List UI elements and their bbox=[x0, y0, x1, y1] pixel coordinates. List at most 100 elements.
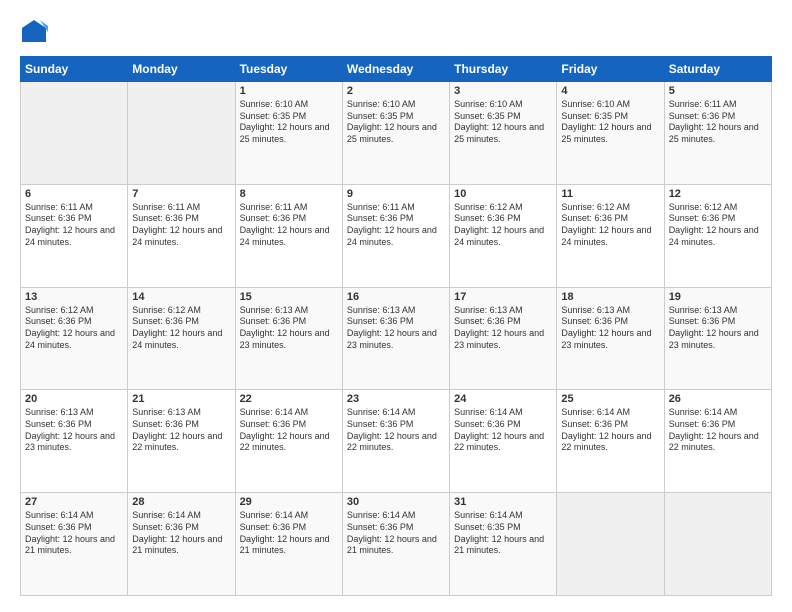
calendar-cell bbox=[664, 493, 771, 596]
calendar-cell: 26 Sunrise: 6:14 AMSunset: 6:36 PMDayligh… bbox=[664, 390, 771, 493]
cell-text: Sunrise: 6:10 AMSunset: 6:35 PMDaylight:… bbox=[347, 99, 437, 144]
cell-text: Sunrise: 6:13 AMSunset: 6:36 PMDaylight:… bbox=[132, 407, 222, 452]
cell-text: Sunrise: 6:10 AMSunset: 6:35 PMDaylight:… bbox=[454, 99, 544, 144]
logo bbox=[20, 16, 52, 46]
calendar-cell: 30Sunrise: 6:14 AMSunset: 6:36 PMDayligh… bbox=[342, 493, 449, 596]
day-number: 25 bbox=[561, 393, 659, 405]
day-number: 1 bbox=[240, 85, 338, 97]
page: SundayMondayTuesdayWednesdayThursdayFrid… bbox=[0, 0, 792, 612]
calendar-cell: 29Sunrise: 6:14 AMSunset: 6:36 PMDayligh… bbox=[235, 493, 342, 596]
calendar-cell: 8 Sunrise: 6:11 AMSunset: 6:36 PMDaylight… bbox=[235, 184, 342, 287]
day-number: 27 bbox=[25, 496, 123, 508]
cell-text: Sunrise: 6:10 AMSunset: 6:35 PMDaylight:… bbox=[240, 99, 330, 144]
day-number: 6 bbox=[25, 188, 123, 200]
calendar-cell: 19Sunrise: 6:13 AMSunset: 6:36 PMDayligh… bbox=[664, 287, 771, 390]
cell-text: Sunrise: 6:12 AMSunset: 6:36 PMDaylight:… bbox=[561, 202, 651, 247]
calendar-cell bbox=[128, 82, 235, 185]
day-number: 10 bbox=[454, 188, 552, 200]
calendar-cell: 16 Sunrise: 6:13 AMSunset: 6:36 PMDayligh… bbox=[342, 287, 449, 390]
calendar-week-row: 6 Sunrise: 6:11 AMSunset: 6:36 PMDaylight… bbox=[21, 184, 772, 287]
column-header-thursday: Thursday bbox=[450, 57, 557, 82]
cell-text: Sunrise: 6:13 AMSunset: 6:36 PMDaylight:… bbox=[561, 305, 651, 350]
calendar-cell: 4Sunrise: 6:10 AMSunset: 6:35 PMDaylight… bbox=[557, 82, 664, 185]
day-number: 5 bbox=[669, 85, 767, 97]
day-number: 20 bbox=[25, 393, 123, 405]
cell-text: Sunrise: 6:14 AMSunset: 6:36 PMDaylight:… bbox=[454, 407, 544, 452]
calendar-week-row: 20 Sunrise: 6:13 AMSunset: 6:36 PMDayligh… bbox=[21, 390, 772, 493]
day-number: 11 bbox=[561, 188, 659, 200]
cell-text: Sunrise: 6:11 AMSunset: 6:36 PMDaylight:… bbox=[347, 202, 437, 247]
day-number: 28 bbox=[132, 496, 230, 508]
cell-text: Sunrise: 6:13 AMSunset: 6:36 PMDaylight:… bbox=[240, 305, 330, 350]
calendar-cell: 2 Sunrise: 6:10 AMSunset: 6:35 PMDaylight… bbox=[342, 82, 449, 185]
day-number: 3 bbox=[454, 85, 552, 97]
day-number: 14 bbox=[132, 291, 230, 303]
cell-text: Sunrise: 6:11 AMSunset: 6:36 PMDaylight:… bbox=[669, 99, 759, 144]
calendar-cell: 7 Sunrise: 6:11 AMSunset: 6:36 PMDaylight… bbox=[128, 184, 235, 287]
day-number: 31 bbox=[454, 496, 552, 508]
day-number: 26 bbox=[669, 393, 767, 405]
column-header-monday: Monday bbox=[128, 57, 235, 82]
cell-text: Sunrise: 6:13 AMSunset: 6:36 PMDaylight:… bbox=[25, 407, 115, 452]
calendar-cell: 31 Sunrise: 6:14 AMSunset: 6:35 PMDayligh… bbox=[450, 493, 557, 596]
calendar-cell: 14 Sunrise: 6:12 AMSunset: 6:36 PMDayligh… bbox=[128, 287, 235, 390]
logo-icon bbox=[20, 18, 48, 46]
cell-text: Sunrise: 6:12 AMSunset: 6:36 PMDaylight:… bbox=[25, 305, 115, 350]
day-number: 16 bbox=[347, 291, 445, 303]
column-header-wednesday: Wednesday bbox=[342, 57, 449, 82]
calendar-week-row: 27 Sunrise: 6:14 AMSunset: 6:36 PMDayligh… bbox=[21, 493, 772, 596]
column-header-tuesday: Tuesday bbox=[235, 57, 342, 82]
day-number: 2 bbox=[347, 85, 445, 97]
cell-text: Sunrise: 6:14 AMSunset: 6:36 PMDaylight:… bbox=[561, 407, 651, 452]
day-number: 13 bbox=[25, 291, 123, 303]
cell-text: Sunrise: 6:12 AMSunset: 6:36 PMDaylight:… bbox=[454, 202, 544, 247]
day-number: 15 bbox=[240, 291, 338, 303]
day-number: 12 bbox=[669, 188, 767, 200]
cell-text: Sunrise: 6:14 AMSunset: 6:36 PMDaylight:… bbox=[347, 407, 437, 452]
day-number: 17 bbox=[454, 291, 552, 303]
calendar-cell: 10 Sunrise: 6:12 AMSunset: 6:36 PMDayligh… bbox=[450, 184, 557, 287]
calendar-cell: 6 Sunrise: 6:11 AMSunset: 6:36 PMDaylight… bbox=[21, 184, 128, 287]
calendar-cell: 18 Sunrise: 6:13 AMSunset: 6:36 PMDayligh… bbox=[557, 287, 664, 390]
cell-text: Sunrise: 6:11 AMSunset: 6:36 PMDaylight:… bbox=[25, 202, 115, 247]
cell-text: Sunrise: 6:14 AMSunset: 6:36 PMDaylight:… bbox=[240, 407, 330, 452]
header bbox=[20, 16, 772, 46]
calendar-cell: 9 Sunrise: 6:11 AMSunset: 6:36 PMDaylight… bbox=[342, 184, 449, 287]
calendar-cell: 20 Sunrise: 6:13 AMSunset: 6:36 PMDayligh… bbox=[21, 390, 128, 493]
calendar-cell: 12 Sunrise: 6:12 AMSunset: 6:36 PMDayligh… bbox=[664, 184, 771, 287]
day-number: 21 bbox=[132, 393, 230, 405]
calendar-cell bbox=[557, 493, 664, 596]
calendar-cell: 15 Sunrise: 6:13 AMSunset: 6:36 PMDayligh… bbox=[235, 287, 342, 390]
cell-text: Sunrise: 6:14 AMSunset: 6:36 PMDaylight:… bbox=[25, 510, 115, 555]
cell-text: Sunrise: 6:14 AMSunset: 6:35 PMDaylight:… bbox=[454, 510, 544, 555]
day-number: 9 bbox=[347, 188, 445, 200]
cell-text: Sunrise: 6:13 AMSunset: 6:36 PMDaylight:… bbox=[347, 305, 437, 350]
calendar-cell: 23 Sunrise: 6:14 AMSunset: 6:36 PMDayligh… bbox=[342, 390, 449, 493]
day-number: 8 bbox=[240, 188, 338, 200]
cell-text: Sunrise: 6:11 AMSunset: 6:36 PMDaylight:… bbox=[132, 202, 222, 247]
cell-text: Sunrise: 6:12 AMSunset: 6:36 PMDaylight:… bbox=[132, 305, 222, 350]
calendar-cell: 5 Sunrise: 6:11 AMSunset: 6:36 PMDaylight… bbox=[664, 82, 771, 185]
day-number: 22 bbox=[240, 393, 338, 405]
cell-text: Sunrise: 6:14 AMSunset: 6:36 PMDaylight:… bbox=[132, 510, 222, 555]
day-number: 7 bbox=[132, 188, 230, 200]
calendar-cell: 1 Sunrise: 6:10 AMSunset: 6:35 PMDaylight… bbox=[235, 82, 342, 185]
cell-text: Sunrise: 6:12 AMSunset: 6:36 PMDaylight:… bbox=[669, 202, 759, 247]
calendar-cell: 25 Sunrise: 6:14 AMSunset: 6:36 PMDayligh… bbox=[557, 390, 664, 493]
day-number: 24 bbox=[454, 393, 552, 405]
calendar-cell: 27 Sunrise: 6:14 AMSunset: 6:36 PMDayligh… bbox=[21, 493, 128, 596]
calendar-table: SundayMondayTuesdayWednesdayThursdayFrid… bbox=[20, 56, 772, 596]
day-number: 18 bbox=[561, 291, 659, 303]
calendar-header-row: SundayMondayTuesdayWednesdayThursdayFrid… bbox=[21, 57, 772, 82]
column-header-friday: Friday bbox=[557, 57, 664, 82]
cell-text: Sunrise: 6:14 AMSunset: 6:36 PMDaylight:… bbox=[669, 407, 759, 452]
calendar-cell: 17Sunrise: 6:13 AMSunset: 6:36 PMDayligh… bbox=[450, 287, 557, 390]
calendar-cell: 28 Sunrise: 6:14 AMSunset: 6:36 PMDayligh… bbox=[128, 493, 235, 596]
cell-text: Sunrise: 6:14 AMSunset: 6:36 PMDaylight:… bbox=[240, 510, 330, 555]
calendar-cell: 3 Sunrise: 6:10 AMSunset: 6:35 PMDaylight… bbox=[450, 82, 557, 185]
day-number: 23 bbox=[347, 393, 445, 405]
column-header-saturday: Saturday bbox=[664, 57, 771, 82]
cell-text: Sunrise: 6:11 AMSunset: 6:36 PMDaylight:… bbox=[240, 202, 330, 247]
day-number: 19 bbox=[669, 291, 767, 303]
day-number: 30 bbox=[347, 496, 445, 508]
